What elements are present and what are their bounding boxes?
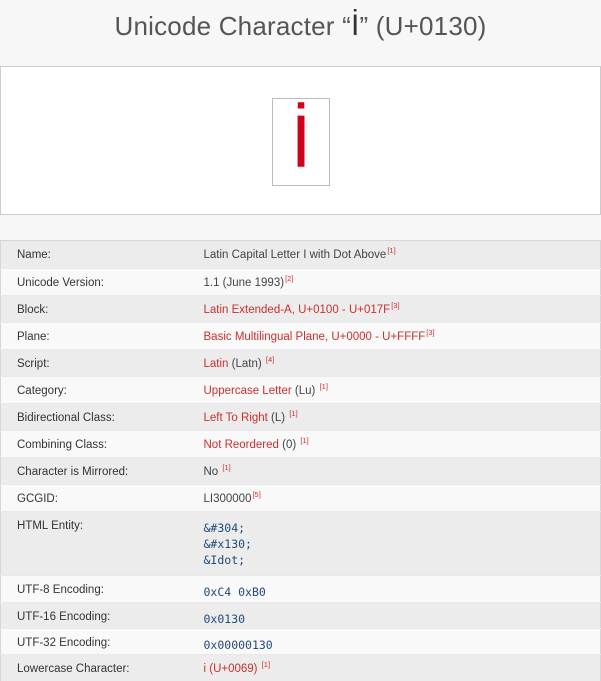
reference-link[interactable]: [4] (266, 355, 274, 364)
row-label: Plane: (0, 322, 204, 350)
lowercase-character-link[interactable]: i (U+0069) (204, 663, 261, 675)
bidi-class-code: (L) (267, 412, 289, 424)
character-preview-panel: İ (0, 66, 601, 215)
name-value: Latin Capital Letter I with Dot Above (203, 249, 387, 261)
row-label: GCGID: (0, 484, 204, 512)
row-label: Category: (0, 376, 204, 404)
row-label: Combining Class: (0, 430, 204, 458)
row-label: Character is Mirrored: (0, 457, 204, 485)
combining-class-link[interactable]: Not Reordered (204, 439, 279, 451)
bidi-class-link[interactable]: Left To Right (204, 412, 268, 424)
reference-link[interactable]: [1] (320, 382, 328, 391)
page-title: Unicode Character “İ” (U+0130) (0, 0, 601, 52)
table-row: Script: Latin (Latn) [4] (0, 349, 601, 377)
mirrored-value: No (203, 466, 222, 478)
row-label: UTF-16 Encoding: (0, 602, 204, 629)
row-label: UTF-8 Encoding: (0, 575, 204, 603)
utf32-encoding-value: 0x00000130 (203, 638, 273, 652)
script-link[interactable]: Latin (204, 358, 229, 370)
reference-link[interactable]: [1] (387, 246, 395, 255)
table-row: Name: Latin Capital Letter I with Dot Ab… (0, 240, 601, 269)
table-row: Combining Class: Not Reordered (0) [1] (0, 430, 601, 458)
character-preview-glyph: İ (290, 100, 312, 183)
table-row: UTF-32 Encoding: 0x00000130 (0, 628, 601, 655)
table-row: Category: Uppercase Letter (Lu) [1] (0, 376, 601, 404)
combining-class-code: (0) (278, 439, 300, 451)
row-label: Script: (0, 349, 204, 377)
reference-link[interactable]: [5] (252, 490, 260, 499)
reference-link[interactable]: [2] (285, 274, 293, 283)
utf16-encoding-value: 0x0130 (203, 612, 246, 626)
plane-link[interactable]: Basic Multilingual Plane, U+0000 - U+FFF… (204, 331, 426, 343)
row-label: Block: (0, 295, 204, 323)
html-entity-named: &Idot; (203, 553, 246, 567)
table-row: Bidirectional Class: Left To Right (L) [… (0, 403, 601, 431)
html-entity-decimal: &#304; (203, 521, 246, 535)
reference-link[interactable]: [1] (262, 660, 270, 669)
block-link[interactable]: Latin Extended-A, U+0100 - U+017F (204, 304, 391, 316)
html-entity-hex: &#x130; (203, 537, 252, 551)
character-info-table: Name: Latin Capital Letter I with Dot Ab… (0, 240, 601, 681)
row-label: Unicode Version: (0, 268, 204, 296)
script-code: (Latn) (228, 358, 265, 370)
table-row: UTF-8 Encoding: 0xC4 0xB0 (0, 575, 601, 603)
title-glyph: İ (350, 9, 360, 42)
table-row: Character is Mirrored: No [1] (0, 457, 601, 485)
table-row: Unicode Version: 1.1 (June 1993)[2] (0, 268, 601, 296)
title-prefix: Unicode Character “ (114, 11, 351, 41)
table-row: Plane: Basic Multilingual Plane, U+0000 … (0, 322, 601, 350)
utf8-encoding-value: 0xC4 0xB0 (203, 585, 266, 599)
reference-link[interactable]: [3] (391, 301, 399, 310)
table-row: UTF-16 Encoding: 0x0130 (0, 602, 601, 629)
row-label: Lowercase Character: (0, 654, 204, 681)
row-label: Bidirectional Class: (0, 403, 204, 431)
category-code: (Lu) (291, 385, 319, 397)
table-row: Block: Latin Extended-A, U+0100 - U+017F… (0, 295, 601, 323)
reference-link[interactable]: [1] (222, 463, 230, 472)
reference-link[interactable]: [3] (426, 328, 434, 337)
reference-link[interactable]: [1] (300, 436, 308, 445)
row-label: HTML Entity: (0, 511, 204, 576)
row-label: UTF-32 Encoding: (0, 628, 204, 655)
table-row: HTML Entity: &#304; &#x130; &Idot; (0, 511, 601, 576)
table-row: GCGID: LI300000[5] (0, 484, 601, 512)
category-link[interactable]: Uppercase Letter (204, 385, 292, 397)
row-label: Name: (0, 240, 204, 269)
character-preview-box: İ (272, 98, 330, 186)
version-value: 1.1 (June 1993) (203, 277, 285, 289)
gcgid-value: LI300000 (203, 493, 252, 505)
reference-link[interactable]: [1] (289, 409, 297, 418)
title-suffix: ” (U+0130) (359, 11, 487, 41)
table-row: Lowercase Character: i (U+0069) [1] (0, 654, 601, 681)
